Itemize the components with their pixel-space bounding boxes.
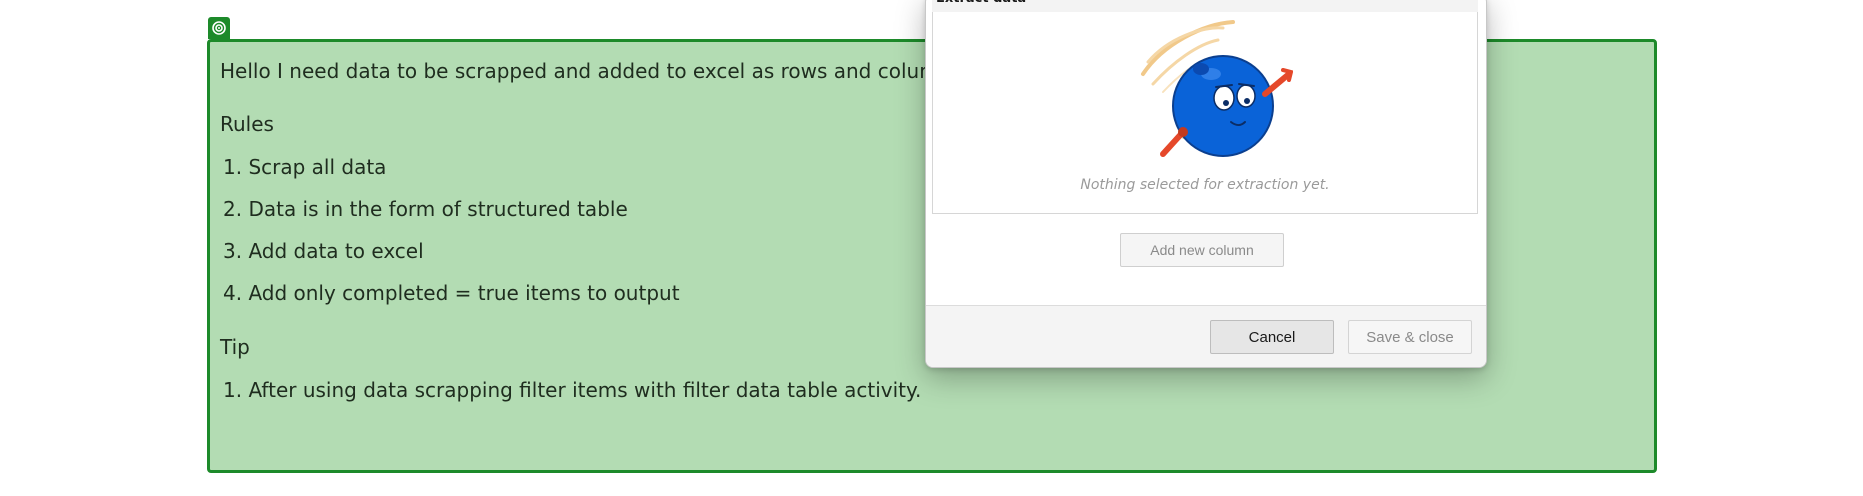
extract-data-dialog: Extract data	[925, 0, 1487, 368]
tip-heading: Tip	[220, 335, 250, 359]
intro-text: Hello I need data to be scrapped and add…	[220, 59, 988, 83]
rule-item: 2. Data is in the form of structured tab…	[223, 197, 628, 221]
target-icon[interactable]	[208, 17, 230, 39]
rule-item: 1. Scrap all data	[223, 155, 387, 179]
save-and-close-button[interactable]: Save & close	[1348, 320, 1472, 354]
tip-item: 1. After using data scrapping filter ite…	[223, 378, 922, 402]
rules-heading: Rules	[220, 112, 274, 136]
extraction-empty-panel: Nothing selected for extraction yet.	[932, 12, 1478, 214]
mascot-illustration	[1141, 20, 1293, 157]
empty-state-message: Nothing selected for extraction yet.	[1080, 177, 1330, 193]
cancel-button[interactable]: Cancel	[1210, 320, 1334, 354]
target-icon-glyph	[212, 21, 226, 35]
rule-item: 3. Add data to excel	[223, 239, 424, 263]
rule-item: 4. Add only completed = true items to ou…	[223, 281, 680, 305]
dialog-title: Extract data	[932, 0, 1478, 12]
dialog-footer: Cancel Save & close	[926, 305, 1486, 367]
add-new-column-button[interactable]: Add new column	[1120, 233, 1284, 267]
